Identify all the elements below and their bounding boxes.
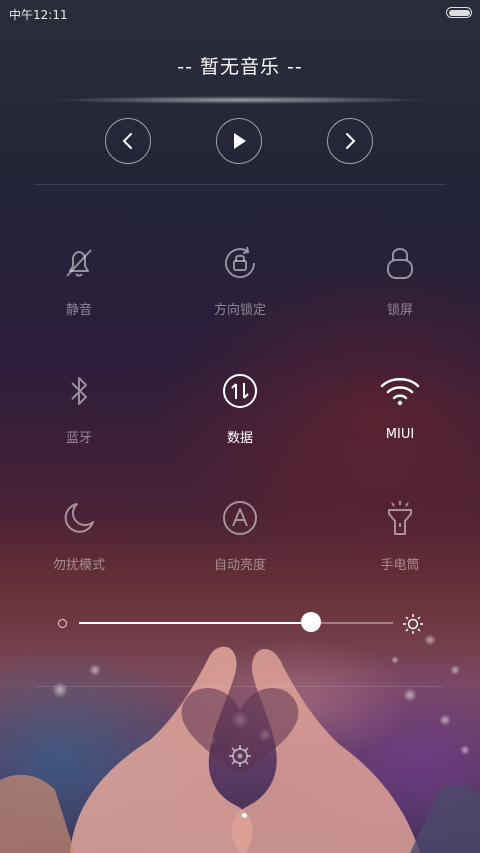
toggle-do-not-disturb[interactable]: 勿扰模式 (19, 498, 139, 573)
quick-settings-screen: 中午12:11 -- 暂无音乐 -- 静音 方向锁定 锁屏 蓝牙 数据 MIUI… (0, 0, 480, 853)
bluetooth-icon (71, 377, 87, 405)
settings-gear-icon[interactable] (228, 744, 252, 768)
toggle-label: 勿扰模式 (52, 558, 105, 573)
brightness-slider-fill (79, 622, 311, 624)
mute-bell-icon (66, 249, 92, 277)
flashlight-icon (388, 501, 412, 535)
toggle-label: 锁屏 (386, 303, 413, 318)
toggle-label: 蓝牙 (65, 431, 92, 446)
toggle-label: 自动亮度 (213, 558, 266, 573)
brightness-slider-thumb[interactable] (301, 612, 321, 632)
brightness-high-icon (403, 614, 423, 634)
music-title: -- 暂无音乐 -- (177, 56, 303, 78)
music-progress-glow (50, 96, 430, 104)
chevron-left-icon (122, 133, 132, 149)
toggle-mute[interactable]: 静音 (19, 243, 139, 318)
music-divider (35, 184, 445, 185)
toggle-label: 方向锁定 (213, 303, 266, 318)
status-bar-time: 中午12:11 (9, 8, 68, 22)
lock-icon (387, 248, 413, 279)
brightness-low-icon (58, 619, 67, 628)
toggle-wifi[interactable]: MIUI (340, 371, 460, 442)
toggle-flashlight[interactable]: 手电筒 (340, 498, 460, 573)
toggle-auto-brightness[interactable]: 自动亮度 (180, 498, 300, 573)
wifi-icon (380, 378, 420, 406)
toggle-label: 数据 (226, 431, 253, 446)
toggle-bluetooth[interactable]: 蓝牙 (19, 371, 139, 446)
toggle-mobile-data[interactable]: 数据 (180, 371, 300, 446)
next-track-button[interactable] (327, 118, 373, 164)
toggle-rotation-lock[interactable]: 方向锁定 (180, 243, 300, 318)
battery-icon (446, 7, 472, 18)
toggle-lock-screen[interactable]: 锁屏 (340, 243, 460, 318)
play-icon (234, 133, 246, 149)
toggle-label: MIUI (385, 427, 415, 442)
brightness-slider[interactable] (79, 612, 393, 632)
moon-icon (64, 503, 94, 533)
previous-track-button[interactable] (105, 118, 151, 164)
rotation-lock-icon (225, 246, 256, 279)
toggle-label: 手电筒 (380, 558, 420, 573)
toggle-label: 静音 (65, 303, 92, 318)
page-indicator-dot (242, 813, 247, 818)
play-button[interactable] (216, 118, 262, 164)
chevron-right-icon (346, 133, 356, 149)
mobile-data-icon (223, 374, 257, 408)
auto-brightness-icon (223, 501, 257, 535)
brightness-divider (35, 686, 445, 687)
heart-hands-wallpaper (0, 634, 480, 853)
